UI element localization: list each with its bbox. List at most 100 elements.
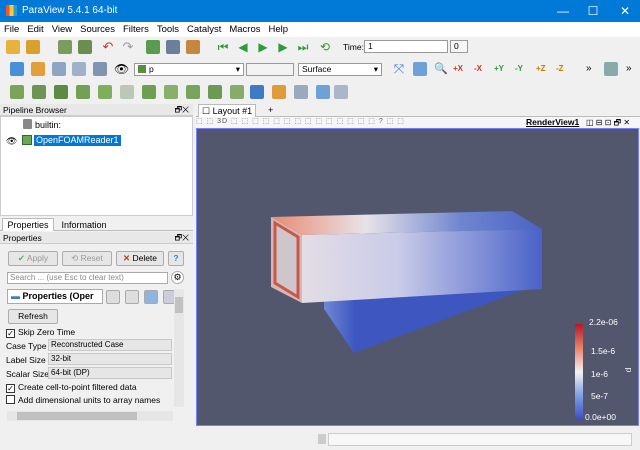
refresh-button[interactable]: Refresh: [8, 309, 58, 324]
recent-icon[interactable]: [26, 40, 40, 54]
next-frame-icon[interactable]: ▶: [276, 40, 290, 54]
component-select[interactable]: [246, 63, 294, 76]
stream-tracer-filter-icon[interactable]: [164, 85, 178, 99]
pipeline-root-item[interactable]: builtin:: [35, 120, 61, 130]
menu-sources[interactable]: Sources: [76, 22, 119, 37]
delete-button[interactable]: ✕ Delete: [116, 251, 164, 266]
redo-icon[interactable]: ↷: [121, 40, 135, 54]
tab-information[interactable]: Information: [56, 219, 112, 231]
contour-filter-icon[interactable]: [32, 85, 46, 99]
color-array-select[interactable]: p ▾: [134, 63, 244, 76]
minimize-button[interactable]: —: [548, 0, 578, 22]
calculator-filter-icon[interactable]: [10, 85, 24, 99]
reset-camera-icon[interactable]: ⤧: [392, 62, 406, 76]
find-data-icon[interactable]: [250, 85, 264, 99]
case-type-select[interactable]: Reconstructed Case: [48, 339, 172, 351]
skip-zero-time-checkbox[interactable]: ✓ Skip Zero Time: [6, 327, 75, 338]
warp-vector-filter-icon[interactable]: [186, 85, 200, 99]
tab-properties[interactable]: Properties: [2, 218, 54, 231]
display-toolbar: 👁 p ▾ Surface ▾ ⤧ 🔍 +X -X +Y -Y +Z -Z » »: [0, 58, 640, 82]
panel-float-close-icon[interactable]: 🗗✕: [175, 232, 189, 244]
view-plus-z-button[interactable]: +Z: [536, 64, 546, 73]
panel-float-close-icon[interactable]: 🗗✕: [175, 104, 189, 116]
visibility-eye-icon[interactable]: 👁: [114, 62, 129, 76]
glyph-filter-icon[interactable]: [142, 85, 156, 99]
properties-search-input[interactable]: Search ... (use Esc to clear text): [7, 272, 168, 284]
properties-vertical-scrollbar[interactable]: [174, 289, 184, 407]
copy-properties-icon[interactable]: [106, 290, 120, 304]
play-icon[interactable]: ▶: [256, 40, 270, 54]
properties-section-toggle[interactable]: ▬ Properties (Oper: [7, 289, 103, 304]
toggle-color-legend-icon[interactable]: [10, 62, 24, 76]
palette-icon[interactable]: [186, 40, 200, 54]
view-minus-y-button[interactable]: -Y: [515, 64, 523, 73]
dimensional-units-checkbox[interactable]: Add dimensional units to array names: [6, 395, 160, 405]
threshold-filter-icon[interactable]: [98, 85, 112, 99]
python-shell-icon[interactable]: [294, 85, 308, 99]
last-frame-icon[interactable]: ⏭: [296, 40, 310, 54]
maximize-button[interactable]: ☐: [578, 0, 608, 22]
pipeline-reader-item[interactable]: OpenFOAMReader1: [34, 135, 121, 146]
disconnect-icon[interactable]: [166, 40, 180, 54]
menu-help[interactable]: Help: [265, 22, 293, 37]
zoom-box-icon[interactable]: 🔍: [434, 62, 448, 76]
view-plus-x-button[interactable]: +X: [453, 64, 463, 73]
load-state-icon[interactable]: [78, 40, 92, 54]
clip-filter-icon[interactable]: [54, 85, 68, 99]
menu-tools[interactable]: Tools: [153, 22, 183, 37]
pipeline-browser: builtin: 👁 OpenFOAMReader1: [0, 116, 193, 216]
open-icon[interactable]: [6, 40, 20, 54]
selection-icon[interactable]: [316, 85, 330, 99]
spreadsheet-icon[interactable]: [272, 85, 286, 99]
close-button[interactable]: ✕: [610, 0, 640, 22]
add-layout-button[interactable]: +: [268, 105, 273, 115]
undo-icon[interactable]: ↶: [101, 40, 115, 54]
menu-macros[interactable]: Macros: [225, 22, 264, 37]
time-value-field[interactable]: 1: [364, 40, 448, 53]
menu-view[interactable]: View: [48, 22, 76, 37]
label-size-select[interactable]: 32-bit: [48, 353, 172, 365]
help-button[interactable]: ?: [168, 251, 184, 266]
rescale-range-icon[interactable]: [52, 62, 66, 76]
properties-horizontal-scrollbar[interactable]: [7, 411, 173, 421]
representation-select[interactable]: Surface ▾: [298, 63, 382, 76]
previous-frame-icon[interactable]: ◀: [236, 40, 250, 54]
connect-icon[interactable]: [146, 40, 160, 54]
reset-button[interactable]: ⟲ Reset: [62, 251, 112, 266]
restore-defaults-icon[interactable]: [144, 290, 158, 304]
view-plus-y-button[interactable]: +Y: [494, 64, 504, 73]
render-view[interactable]: 2.2e-06 1.5e-6 1e-6 5e-7 0.0e+00 p: [196, 128, 639, 426]
zoom-data-icon[interactable]: [413, 62, 427, 76]
menu-catalyst[interactable]: Catalyst: [183, 22, 225, 37]
edit-color-map-icon[interactable]: [31, 62, 45, 76]
rotate-view-icon[interactable]: [604, 62, 618, 76]
view-camera-tools[interactable]: ⬚ ⬚ 3D ⬚ ⬚ ⬚ ⬚ ⬚ ⬚ ⬚ ⬚ ⬚ ⬚ ⬚ ⬚ ⬚ ⬚ ? ⬚ ⬚: [196, 117, 405, 125]
view-minus-x-button[interactable]: -X: [474, 64, 482, 73]
group-datasets-filter-icon[interactable]: [208, 85, 222, 99]
advanced-settings-gear-icon[interactable]: ⚙: [171, 271, 184, 284]
toolbar-overflow-button-2[interactable]: »: [626, 63, 632, 74]
cell-to-point-checkbox[interactable]: ✓ Create cell-to-point filtered data: [6, 382, 137, 393]
rescale-custom-icon[interactable]: [72, 62, 86, 76]
extract-level-filter-icon[interactable]: [230, 85, 244, 99]
tab-layout-1[interactable]: ☐ Layout #1 ✕: [198, 104, 256, 128]
save-state-icon[interactable]: [58, 40, 72, 54]
apply-button[interactable]: ✔ Apply: [8, 251, 58, 266]
visibility-eye-icon[interactable]: 👁: [6, 136, 17, 147]
scalar-size-select[interactable]: 64-bit (DP): [48, 367, 172, 379]
color-legend-label-max: 2.2e-06: [589, 317, 618, 327]
slice-filter-icon[interactable]: [76, 85, 90, 99]
view-minus-z-button[interactable]: -Z: [556, 64, 564, 73]
loop-icon[interactable]: ⟲: [318, 40, 332, 54]
time-index-spinbox[interactable]: 0: [450, 40, 468, 53]
menu-filters[interactable]: Filters: [119, 22, 153, 37]
rescale-visible-icon[interactable]: [93, 62, 107, 76]
paste-properties-icon[interactable]: [125, 290, 139, 304]
first-frame-icon[interactable]: ⏮: [216, 40, 230, 54]
abort-icon[interactable]: [318, 434, 326, 444]
menu-file[interactable]: File: [0, 22, 23, 37]
menu-edit[interactable]: Edit: [23, 22, 47, 37]
toolbar-overflow-button[interactable]: »: [586, 63, 592, 74]
axes-grid-icon[interactable]: [334, 85, 348, 99]
extract-subset-filter-icon[interactable]: [120, 85, 134, 99]
